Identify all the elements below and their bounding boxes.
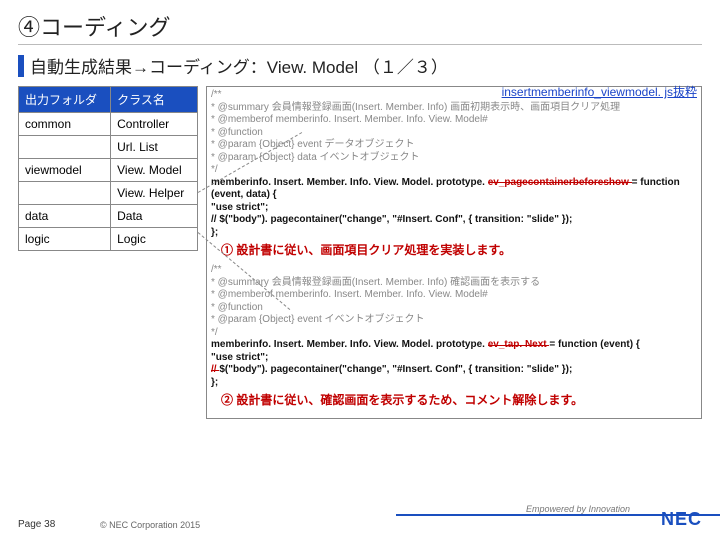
code-line: // $("body"). pagecontainer("change", "#… — [211, 214, 697, 227]
nec-logo: NEC — [661, 509, 702, 530]
code-line: }; — [211, 227, 697, 240]
code-line: memberinfo. Insert. Member. Info. View. … — [211, 339, 697, 352]
comment-line: * @function — [211, 127, 697, 140]
code-line: // $("body"). pagecontainer("change", "#… — [211, 364, 697, 377]
strike-text: ev_pagecontainerbeforeshow — [488, 177, 632, 188]
table-row: viewmodelView. Model — [19, 159, 198, 182]
footer: Page 38 © NEC Corporation 2015 Empowered… — [0, 512, 720, 536]
slide-title: ④コーディング — [18, 10, 702, 42]
code-box: insertmemberinfo_viewmodel. js抜粋 /** * @… — [206, 86, 702, 419]
comment-line: * @summary 会員情報登録画面(Insert. Member. Info… — [211, 277, 697, 290]
comment-line: * @memberof memberinfo. Insert. Member. … — [211, 289, 697, 302]
subtitle-row: 自動生成結果→コーディング：View. Model （１／３） — [18, 53, 702, 78]
code-line: "use strict"; — [211, 202, 697, 215]
code-line: "use strict"; — [211, 352, 697, 365]
comment-line: * @summary 会員情報登録画面(Insert. Member. Info… — [211, 102, 697, 115]
tagline: Empowered by Innovation — [526, 504, 630, 514]
title-divider — [18, 44, 702, 45]
subtitle: 自動生成結果→コーディング：View. Model （１／３） — [30, 53, 448, 78]
table-row: View. Helper — [19, 182, 198, 205]
annotation-2: ② 設計書に従い、確認画面を表示するため、コメント解除します。 — [221, 393, 697, 408]
code-line: }; — [211, 377, 697, 390]
output-table: 出力フォルダ クラス名 commonController Url. List v… — [18, 86, 198, 419]
footer-bar — [0, 514, 720, 516]
code-filename: insertmemberinfo_viewmodel. js抜粋 — [502, 85, 697, 100]
comment-line: * @param {Object} event イベントオブジェクト — [211, 314, 697, 327]
th-class: クラス名 — [111, 87, 198, 113]
strike-text: // — [211, 364, 219, 375]
comment-line: */ — [211, 327, 697, 340]
comment-line: /** — [211, 264, 697, 277]
strike-text: ev_tap. Next — [488, 339, 550, 350]
comment-line: */ — [211, 164, 697, 177]
code-line: memberinfo. Insert. Member. Info. View. … — [211, 177, 697, 202]
comment-line: * @param {Object} data イベントオブジェクト — [211, 152, 697, 165]
page-number: Page 38 — [18, 519, 55, 530]
comment-line: * @memberof memberinfo. Insert. Member. … — [211, 114, 697, 127]
annotation-1: ① 設計書に従い、画面項目クリア処理を実装します。 — [221, 243, 697, 258]
copyright: © NEC Corporation 2015 — [100, 520, 200, 530]
table-row: logicLogic — [19, 228, 198, 251]
table-row: Url. List — [19, 136, 198, 159]
table-row: dataData — [19, 205, 198, 228]
subtitle-bar — [18, 55, 24, 77]
th-folder: 出力フォルダ — [19, 87, 111, 113]
table-row: commonController — [19, 113, 198, 136]
